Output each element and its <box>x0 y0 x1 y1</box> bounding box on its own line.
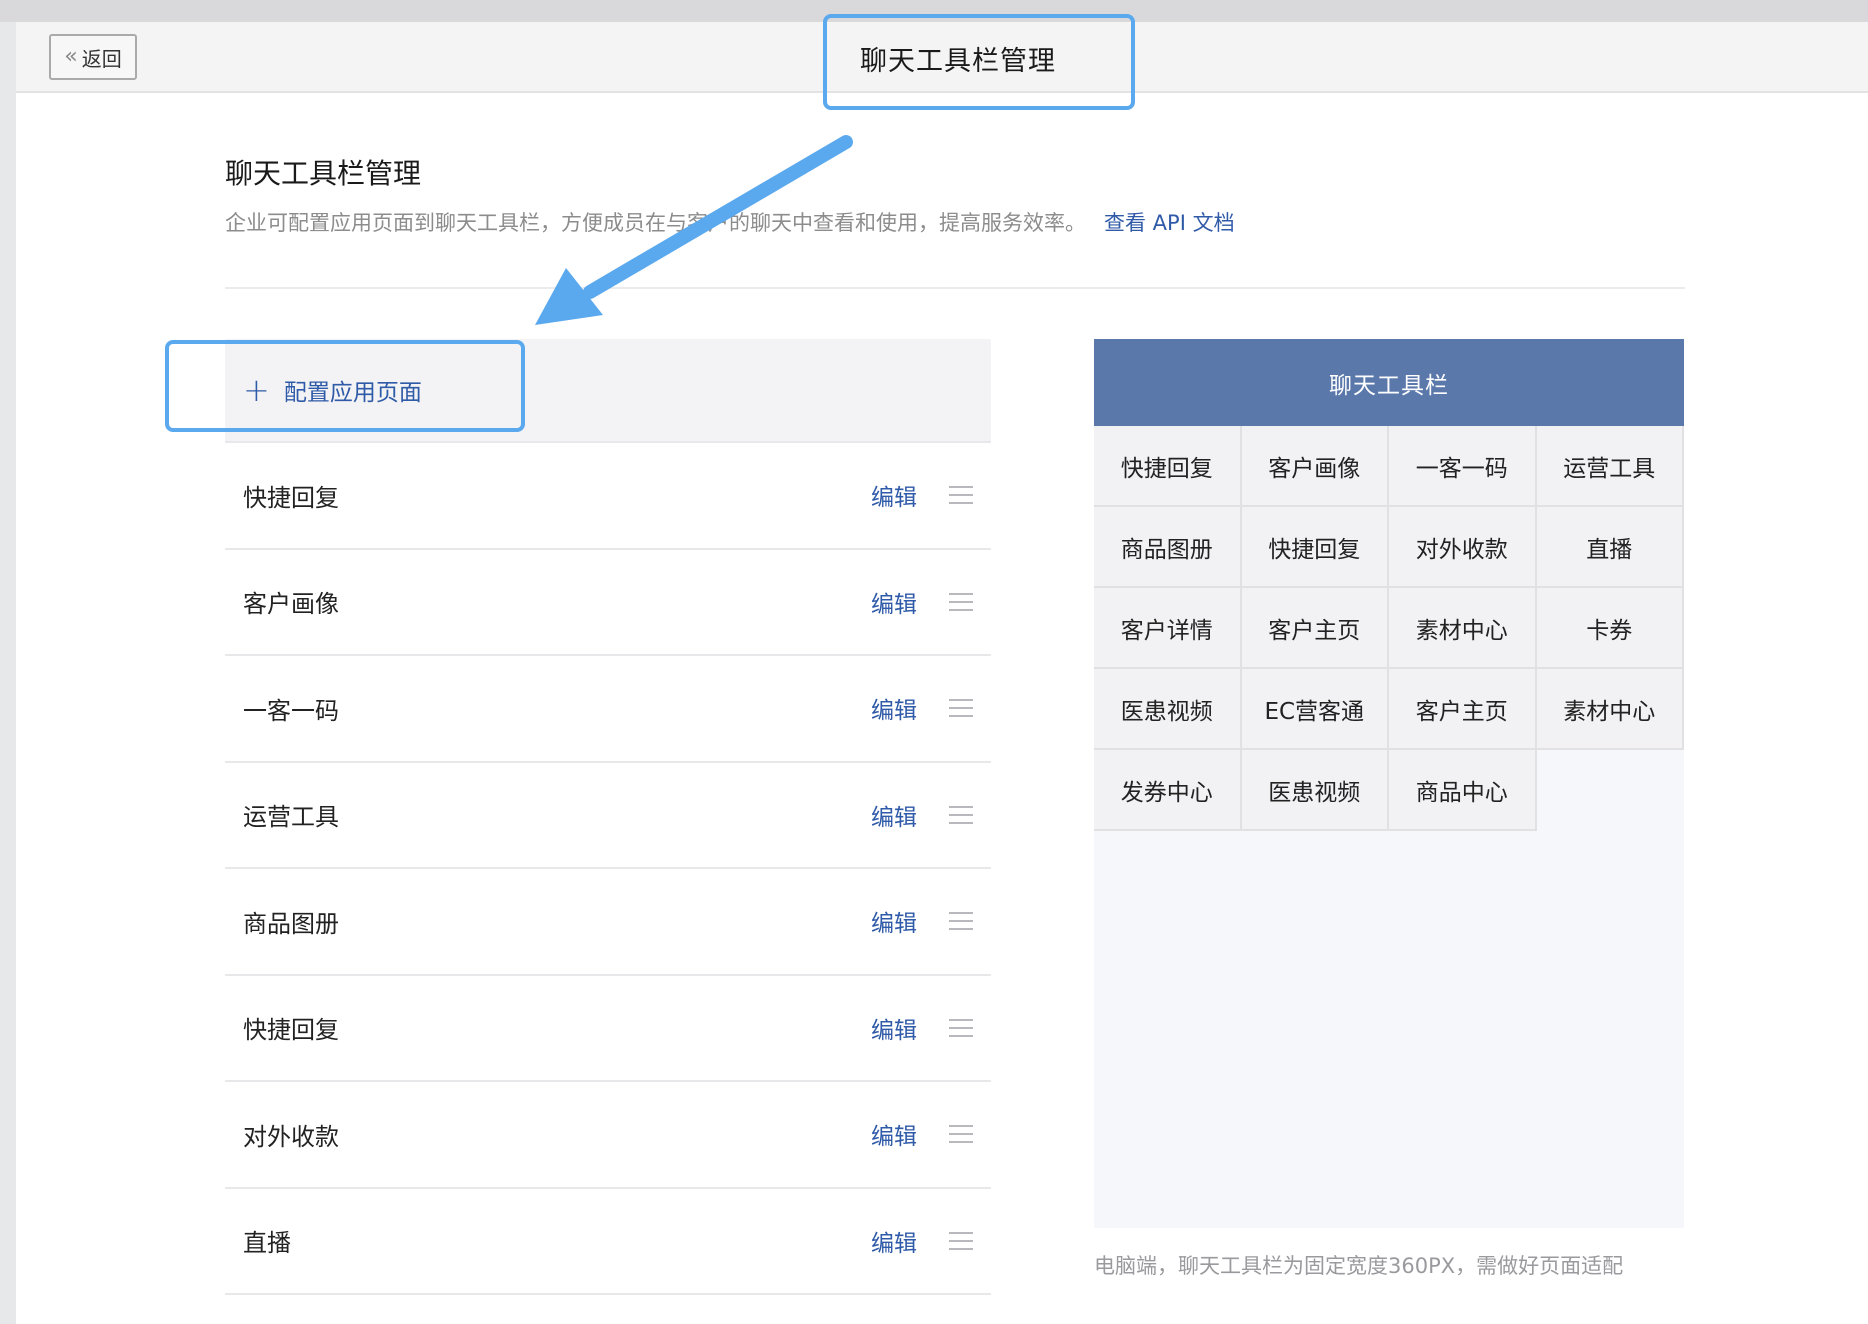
preview-cell[interactable]: 商品中心 <box>1389 750 1537 831</box>
list-items: 快捷回复 编辑 客户画像 编辑 一客一码 编辑 运营工具 编辑 商品图册 编辑 快捷回复 编辑 对外收款… <box>225 443 991 1295</box>
section-title: 聊天工具栏管理 <box>225 157 422 190</box>
list-item-name: 一客一码 <box>243 696 339 725</box>
preview-title: 聊天工具栏 <box>1094 339 1684 426</box>
preview-cell[interactable]: 运营工具 <box>1536 426 1684 507</box>
header-bar: « 返回 聊天工具栏管理 <box>16 22 1868 93</box>
page: « 返回 聊天工具栏管理 聊天工具栏管理 企业可配置应用页面到聊天工具栏，方便成… <box>16 22 1868 1324</box>
preview-cell[interactable]: 客户主页 <box>1389 669 1537 750</box>
edit-button[interactable]: 编辑 <box>871 1117 917 1151</box>
preview-cell[interactable]: 医患视频 <box>1094 669 1242 750</box>
preview-cell[interactable]: 商品图册 <box>1094 507 1242 588</box>
preview-cell[interactable]: EC营客通 <box>1241 669 1389 750</box>
drag-handle-icon[interactable] <box>949 1231 973 1250</box>
toolbar-preview: 聊天工具栏 快捷回复 客户画像 一客一码 运营工具 商品图册 快捷回复 对外收款 直播 客户详情… <box>1094 339 1684 1228</box>
plus-icon: + <box>243 371 270 409</box>
section-description: 企业可配置应用页面到聊天工具栏，方便成员在与客户的聊天中查看和使用，提高服务效率… <box>225 207 1235 237</box>
list-item-name: 快捷回复 <box>243 483 339 512</box>
edit-button[interactable]: 编辑 <box>871 904 917 938</box>
add-app-page-button[interactable]: + 配置应用页面 <box>225 339 991 443</box>
list-item-name: 直播 <box>243 1229 291 1258</box>
section-description-text: 企业可配置应用页面到聊天工具栏，方便成员在与客户的聊天中查看和使用，提高服务效率… <box>225 211 1086 235</box>
preview-cell[interactable]: 直播 <box>1536 507 1684 588</box>
preview-grid: 快捷回复 客户画像 一客一码 运营工具 商品图册 快捷回复 对外收款 直播 客户详情 客户主页 素材… <box>1094 426 1684 831</box>
screen: « 返回 聊天工具栏管理 聊天工具栏管理 企业可配置应用页面到聊天工具栏，方便成… <box>0 0 1868 1324</box>
drag-handle-icon[interactable] <box>949 1125 973 1144</box>
toolbar-page-list: + 配置应用页面 快捷回复 编辑 客户画像 编辑 一客一码 编辑 运营工具 编辑 商品图册 编辑快… <box>225 339 991 1295</box>
list-item: 商品图册 编辑 <box>225 869 991 976</box>
drag-handle-icon[interactable] <box>949 1018 973 1037</box>
edit-button[interactable]: 编辑 <box>871 585 917 619</box>
preview-cell[interactable]: 客户详情 <box>1094 588 1242 669</box>
drag-handle-icon[interactable] <box>949 805 973 824</box>
preview-cell[interactable]: 卡券 <box>1536 588 1684 669</box>
edit-button[interactable]: 编辑 <box>871 691 917 725</box>
preview-cell[interactable]: 发券中心 <box>1094 750 1242 831</box>
list-item: 客户画像 编辑 <box>225 550 991 656</box>
drag-handle-icon[interactable] <box>949 486 973 505</box>
drag-handle-icon[interactable] <box>949 699 973 718</box>
list-item: 对外收款 编辑 <box>225 1082 991 1189</box>
preview-cell[interactable]: 客户主页 <box>1241 588 1389 669</box>
list-item: 一客一码 编辑 <box>225 656 991 763</box>
preview-cell[interactable]: 快捷回复 <box>1241 507 1389 588</box>
preview-note: 电脑端，聊天工具栏为固定宽度360PX，需做好页面适配 <box>1094 1254 1624 1278</box>
preview-cell[interactable]: 素材中心 <box>1536 669 1684 750</box>
preview-cell[interactable]: 对外收款 <box>1389 507 1537 588</box>
list-item-name: 对外收款 <box>243 1122 339 1151</box>
drag-handle-icon[interactable] <box>949 912 973 931</box>
double-chevron-left-icon: « <box>64 44 78 69</box>
list-item: 快捷回复 编辑 <box>225 976 991 1082</box>
edit-button[interactable]: 编辑 <box>871 798 917 832</box>
page-title: 聊天工具栏管理 <box>860 46 1056 77</box>
list-item: 运营工具 编辑 <box>225 763 991 869</box>
list-item-name: 快捷回复 <box>243 1016 339 1045</box>
list-item: 快捷回复 编辑 <box>225 443 991 550</box>
preview-cell[interactable]: 一客一码 <box>1389 426 1537 507</box>
list-item-name: 客户画像 <box>243 590 339 619</box>
add-app-page-label: 配置应用页面 <box>283 380 422 406</box>
divider <box>225 287 1685 289</box>
edit-button[interactable]: 编辑 <box>871 1224 917 1258</box>
preview-cell[interactable]: 快捷回复 <box>1094 426 1242 507</box>
back-button-label: 返回 <box>81 46 122 71</box>
preview-cell[interactable]: 素材中心 <box>1389 588 1537 669</box>
back-button[interactable]: « 返回 <box>49 34 137 80</box>
list-item-name: 商品图册 <box>243 909 339 938</box>
drag-handle-icon[interactable] <box>949 592 973 611</box>
edit-button[interactable]: 编辑 <box>871 1011 917 1045</box>
window-top-strip <box>0 0 1868 22</box>
preview-cell[interactable]: 客户画像 <box>1241 426 1389 507</box>
preview-cell[interactable]: 医患视频 <box>1241 750 1389 831</box>
edit-button[interactable]: 编辑 <box>871 478 917 512</box>
list-item-name: 运营工具 <box>243 803 339 832</box>
list-item: 直播 编辑 <box>225 1189 991 1295</box>
api-doc-link[interactable]: 查看 API 文档 <box>1104 211 1235 235</box>
